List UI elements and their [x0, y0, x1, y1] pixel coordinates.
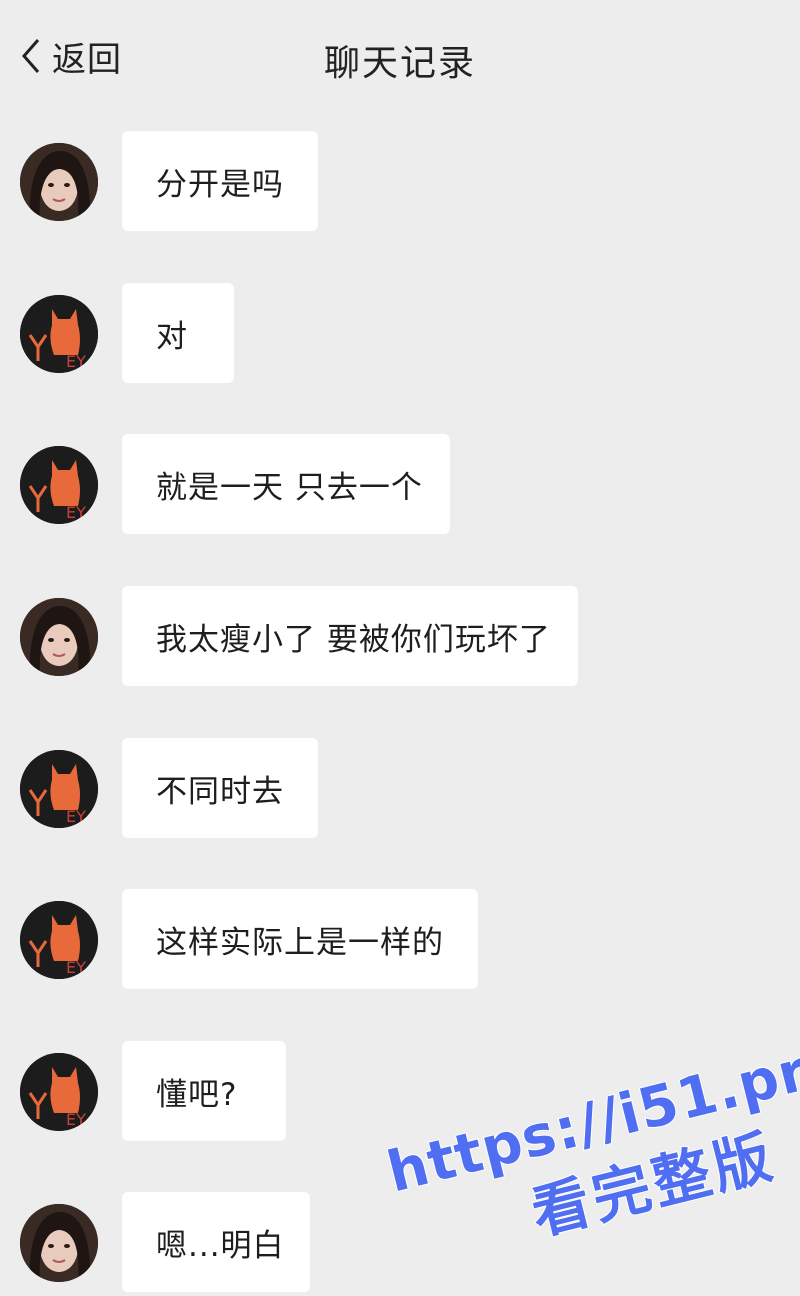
- svg-text:EY: EY: [66, 1110, 86, 1129]
- message-row: 我太瘦小了 要被你们玩坏了: [0, 586, 800, 690]
- cat-avatar-icon: EY: [20, 446, 98, 524]
- cat-avatar-icon: EY: [20, 901, 98, 979]
- message-row: EY 对: [0, 283, 800, 387]
- message-bubble[interactable]: 就是一天 只去一个: [122, 434, 450, 534]
- cat-avatar-icon: EY: [20, 295, 98, 373]
- message-bubble[interactable]: 懂吧?: [122, 1041, 286, 1141]
- avatar-cat[interactable]: EY: [20, 901, 98, 979]
- svg-text:EY: EY: [66, 807, 86, 826]
- avatar-girl[interactable]: [20, 598, 98, 676]
- girl-avatar-icon: [20, 598, 98, 676]
- message-row: EY 懂吧?: [0, 1041, 800, 1145]
- message-row: EY 这样实际上是一样的: [0, 889, 800, 993]
- page-title: 聊天记录: [323, 43, 476, 84]
- cat-avatar-icon: EY: [20, 750, 98, 828]
- message-row: EY 不同时去: [0, 738, 800, 842]
- message-bubble[interactable]: 嗯...明白: [122, 1192, 310, 1292]
- message-bubble[interactable]: 这样实际上是一样的: [122, 889, 478, 989]
- top-bar: 返回 聊天记录: [0, 0, 800, 112]
- message-row: 嗯...明白: [0, 1192, 800, 1296]
- svg-text:EY: EY: [66, 958, 86, 977]
- avatar-cat[interactable]: EY: [20, 446, 98, 524]
- girl-avatar-icon: [20, 1204, 98, 1282]
- avatar-girl[interactable]: [20, 1204, 98, 1282]
- avatar-cat[interactable]: EY: [20, 295, 98, 373]
- message-row: EY 就是一天 只去一个: [0, 434, 800, 538]
- message-bubble[interactable]: 我太瘦小了 要被你们玩坏了: [122, 586, 578, 686]
- message-bubble[interactable]: 不同时去: [122, 738, 318, 838]
- message-row: 分开是吗: [0, 131, 800, 235]
- girl-avatar-icon: [20, 143, 98, 221]
- avatar-girl[interactable]: [20, 143, 98, 221]
- message-bubble[interactable]: 分开是吗: [122, 131, 318, 231]
- cat-avatar-icon: EY: [20, 1053, 98, 1131]
- message-bubble[interactable]: 对: [122, 283, 234, 383]
- avatar-cat[interactable]: EY: [20, 750, 98, 828]
- svg-text:EY: EY: [66, 503, 86, 522]
- svg-text:EY: EY: [66, 352, 86, 371]
- avatar-cat[interactable]: EY: [20, 1053, 98, 1131]
